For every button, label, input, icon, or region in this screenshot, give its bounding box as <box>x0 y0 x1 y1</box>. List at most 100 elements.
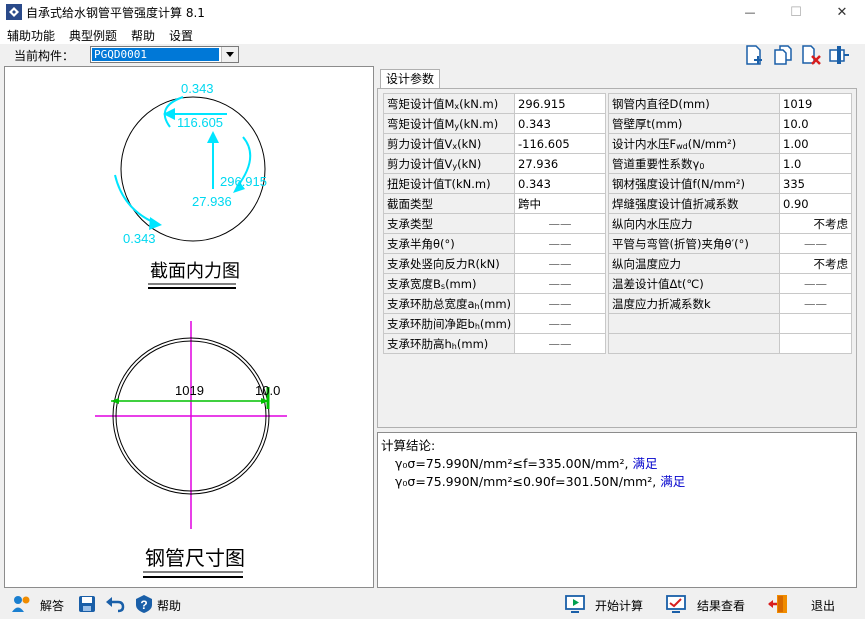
param-value[interactable]: 0.343 <box>514 173 606 194</box>
param-label-text: 温差设计值Δt(℃) <box>612 276 704 291</box>
delete-file-icon[interactable] <box>800 44 822 66</box>
exit-icon[interactable] <box>768 594 788 614</box>
param-label-text: 支承类型 <box>387 216 433 231</box>
param-row: 弯矩设计值Mx(kN.m) 296.915 <box>383 93 606 114</box>
param-label-text: 钢材强度设计值f <box>612 176 697 191</box>
start-calc-icon[interactable] <box>565 594 585 614</box>
view-result-button[interactable]: 结果查看 <box>697 597 745 614</box>
menu-help[interactable]: 帮助 <box>131 27 155 44</box>
param-value[interactable]: —— <box>514 213 606 234</box>
param-label-text: 支承处竖向反力R <box>387 256 476 271</box>
param-label-subscript: wd <box>676 141 688 151</box>
param-value[interactable]: 1.0 <box>779 153 852 174</box>
close-button[interactable]: ✕ <box>819 0 865 24</box>
minimize-icon: — <box>744 5 756 19</box>
param-label: 钢管内直径D(mm) <box>608 93 780 114</box>
param-label: 纵向温度应力 <box>608 253 780 274</box>
param-value[interactable]: -116.605 <box>514 133 606 154</box>
param-row: 温差设计值Δt(℃) —— <box>608 273 852 294</box>
param-label-text: 弯矩设计值M <box>387 96 455 111</box>
params-right-grid: 钢管内直径D(mm) 1019 管壁厚t(mm) 10.0 设计内水压Fwd(N/mm²… <box>608 93 852 354</box>
param-row: 支承环肋总宽度ah(mm) —— <box>383 293 606 314</box>
param-label <box>608 333 780 354</box>
param-value[interactable]: 335 <box>779 173 852 194</box>
force-diagram-title: 截面内力图 <box>150 261 240 282</box>
copy-file-icon[interactable] <box>772 44 794 66</box>
param-label-unit: (mm) <box>479 296 512 311</box>
param-value[interactable]: 27.936 <box>514 153 606 174</box>
param-value[interactable]: —— <box>514 313 606 334</box>
param-value[interactable]: —— <box>514 233 606 254</box>
save-icon[interactable] <box>77 594 97 614</box>
menu-settings[interactable]: 设置 <box>169 27 193 44</box>
param-value[interactable]: —— <box>779 233 852 254</box>
param-value[interactable]: —— <box>514 333 606 354</box>
param-value[interactable]: —— <box>514 293 606 314</box>
param-label-text: 设计内水压F <box>612 136 677 151</box>
param-label-text: 钢管内直径D <box>612 96 679 111</box>
param-label: 支承环肋高hh(mm) <box>383 333 515 354</box>
user-help-icon[interactable] <box>11 594 31 614</box>
drawing-panel: 0.343 116.605 296.915 27.936 0.343 截面内力图… <box>4 66 374 588</box>
minimize-button[interactable]: — <box>727 0 773 24</box>
param-label: 支承宽度Bs(mm) <box>383 273 515 294</box>
param-label-text: 纵向内水压应力 <box>612 216 693 231</box>
help-button[interactable]: 帮助 <box>157 597 181 614</box>
view-result-icon[interactable] <box>666 594 686 614</box>
param-label-unit: (kN.m) <box>451 176 491 191</box>
maximize-icon: ☐ <box>790 4 802 20</box>
param-label-unit: (mm) <box>479 316 512 331</box>
param-row: 支承处竖向反力R(kN) —— <box>383 253 606 274</box>
param-value[interactable]: 不考虑 <box>779 213 852 234</box>
param-row: 弯矩设计值My(kN.m) 0.343 <box>383 113 606 134</box>
param-value[interactable]: —— <box>779 293 852 314</box>
param-value[interactable]: 296.915 <box>514 93 606 114</box>
tab-design-params[interactable]: 设计参数 <box>380 69 440 89</box>
param-row <box>608 333 852 354</box>
help-icon[interactable]: ? <box>134 594 154 614</box>
param-row: 设计内水压Fwd(N/mm²) 1.00 <box>608 133 852 154</box>
param-row: 支承环肋间净距bh(mm) —— <box>383 313 606 334</box>
param-row: 平管与弯管(折管)夹角θ′(°) —— <box>608 233 852 254</box>
param-value[interactable]: 0.343 <box>514 113 606 134</box>
param-value[interactable]: 跨中 <box>514 193 606 214</box>
component-select[interactable]: PGQD0001 <box>90 46 239 63</box>
param-value[interactable]: —— <box>779 273 852 294</box>
param-value[interactable]: 不考虑 <box>779 253 852 274</box>
pipe-thickness-label: 10.0 <box>255 383 280 398</box>
add-file-icon[interactable] <box>744 44 766 66</box>
param-label-text: 剪力设计值V <box>387 136 453 151</box>
param-row: 剪力设计值Vy(kN) 27.936 <box>383 153 606 174</box>
param-label-text: 剪力设计值V <box>387 156 453 171</box>
param-label-text: 管道重要性系数γ <box>612 156 700 171</box>
param-value[interactable]: —— <box>514 273 606 294</box>
param-label: 扭矩设计值T(kN.m) <box>383 173 515 194</box>
param-label: 剪力设计值Vy(kN) <box>383 153 515 174</box>
param-row: 剪力设计值Vx(kN) -116.605 <box>383 133 606 154</box>
maximize-button[interactable]: ☐ <box>773 0 819 24</box>
exit-button[interactable]: 退出 <box>811 597 835 614</box>
param-label-unit: (mm) <box>445 276 477 291</box>
close-icon: ✕ <box>836 4 848 20</box>
param-label: 截面类型 <box>383 193 515 214</box>
start-calc-button[interactable]: 开始计算 <box>595 597 643 614</box>
chevron-down-icon[interactable] <box>221 47 238 62</box>
param-value[interactable]: 10.0 <box>779 113 852 134</box>
answer-button[interactable]: 解答 <box>40 597 64 614</box>
result-formula: γ₀σ=75.990N/mm²≤0.90f=301.50N/mm², <box>395 474 657 489</box>
param-row <box>608 313 852 334</box>
param-label: 支承处竖向反力R(kN) <box>383 253 515 274</box>
undo-icon[interactable] <box>105 594 125 614</box>
param-label-text: 平管与弯管(折管)夹角θ′(°) <box>612 236 749 251</box>
param-label: 支承环肋间净距bh(mm) <box>383 313 515 334</box>
param-row: 管道重要性系数γ0 1.0 <box>608 153 852 174</box>
param-label: 支承类型 <box>383 213 515 234</box>
param-value[interactable]: —— <box>514 253 606 274</box>
param-value[interactable]: 1019 <box>779 93 852 114</box>
param-value[interactable]: 0.90 <box>779 193 852 214</box>
param-value[interactable]: 1.00 <box>779 133 852 154</box>
menu-examples[interactable]: 典型例题 <box>69 27 117 44</box>
param-label: 温度应力折减系数k <box>608 293 780 314</box>
menu-assist[interactable]: 辅助功能 <box>7 27 55 44</box>
export-icon[interactable] <box>828 44 850 66</box>
